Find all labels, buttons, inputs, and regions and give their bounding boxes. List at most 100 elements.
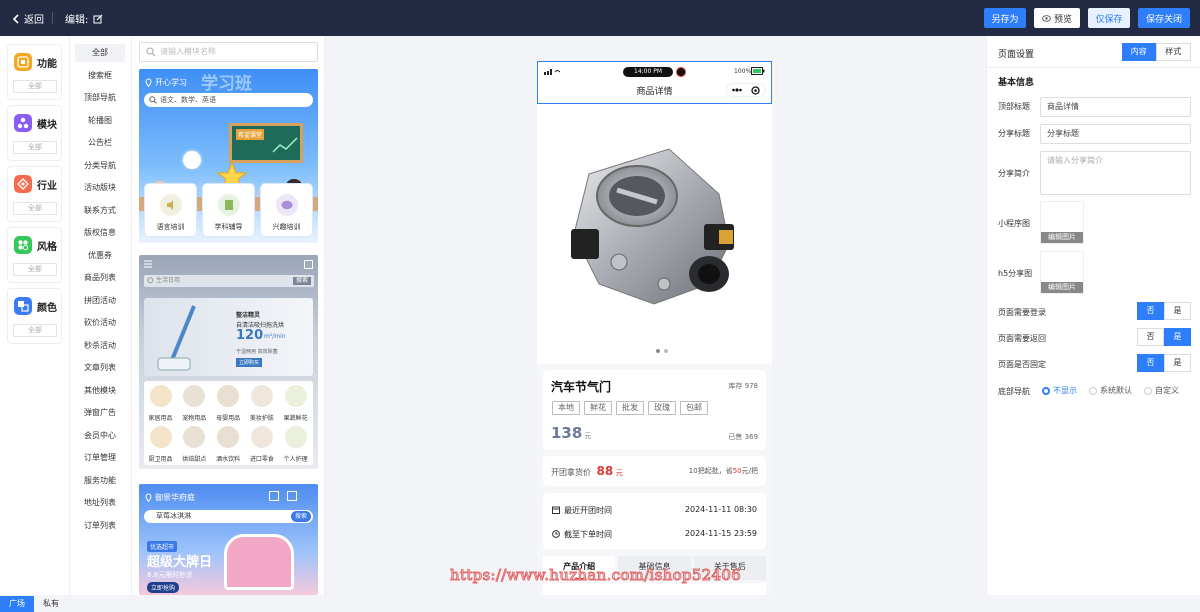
throttle-body-image bbox=[571, 148, 734, 305]
subcategory-item[interactable]: 地址列表 bbox=[75, 494, 125, 512]
need-login-toggle[interactable]: 否是 bbox=[1137, 302, 1191, 320]
fixed-toggle[interactable]: 否是 bbox=[1137, 354, 1191, 372]
category-industry[interactable]: 行业 全部 bbox=[7, 166, 62, 222]
category-label: 家居用品 bbox=[148, 415, 173, 422]
card1-search: 语文、数学、英语 bbox=[144, 93, 313, 107]
category-cell: 厨卫用品 bbox=[144, 426, 177, 463]
category-all-select[interactable]: 全部 bbox=[13, 202, 57, 215]
radio-hide[interactable]: 不显示 bbox=[1042, 385, 1077, 396]
subcategory-item[interactable]: 轮播图 bbox=[75, 112, 125, 130]
subcategory-item[interactable]: 秒杀活动 bbox=[75, 337, 125, 355]
need-back-toggle[interactable]: 否是 bbox=[1137, 328, 1191, 346]
subcategory-item[interactable]: 其他模块 bbox=[75, 382, 125, 400]
subcategory-item[interactable]: 服务功能 bbox=[75, 472, 125, 490]
subcategory-item[interactable]: 搜索框 bbox=[75, 67, 125, 85]
category-module[interactable]: 模块 全部 bbox=[7, 105, 62, 161]
card1-headline: 学习班 bbox=[201, 74, 252, 94]
category-label: 厨卫用品 bbox=[148, 456, 173, 463]
category-cell: 烘焙甜点 bbox=[178, 426, 211, 463]
design-canvas: 14:00 PM 100% 商品详情 汽车节气门 库存 978 本地 鲜花 批发… bbox=[325, 36, 986, 595]
edit-icon[interactable] bbox=[93, 14, 103, 24]
category-function[interactable]: 功能 全部 bbox=[7, 44, 62, 100]
edit-label: 编辑: bbox=[65, 15, 89, 26]
subcategory-item[interactable]: 优惠券 bbox=[75, 247, 125, 265]
template-card-education[interactable]: 开心学习 学习班 语文、数学、英语 希望课堂 语言培训 学科辅导 兴趣培训 bbox=[139, 69, 318, 243]
chevron-left-icon bbox=[12, 13, 19, 24]
top-title-input[interactable]: 商品详情 bbox=[1040, 97, 1191, 117]
qr-icon bbox=[287, 491, 297, 501]
save-close-button[interactable]: 保存关闭 bbox=[1138, 8, 1190, 28]
h5-img-upload[interactable]: 编辑图片 bbox=[1040, 251, 1084, 294]
save-as-button[interactable]: 另存为 bbox=[984, 8, 1026, 28]
subcategory-item[interactable]: 联系方式 bbox=[75, 202, 125, 220]
share-desc-textarea[interactable]: 请输入分享简介 bbox=[1040, 151, 1191, 195]
divider bbox=[52, 12, 53, 24]
tab-content[interactable]: 内容 bbox=[1122, 43, 1156, 61]
search-icon bbox=[149, 96, 157, 104]
radio-system-default[interactable]: 系统默认 bbox=[1089, 385, 1132, 396]
subcategory-list: 全部搜索框顶部导航轮播图公告栏分类导航活动版块联系方式版权信息优惠券商品列表拼团… bbox=[70, 36, 132, 595]
eye-icon bbox=[1042, 14, 1051, 22]
mini-img-upload[interactable]: 编辑图片 bbox=[1040, 201, 1084, 244]
template-card-household[interactable]: 生活日用 搜索 整洁精灵 自清洁吸扫拖洗烘 120 m²/min 干湿两用 高效… bbox=[139, 255, 318, 469]
subcategory-item[interactable]: 订单列表 bbox=[75, 517, 125, 535]
stock-count: 库存 978 bbox=[728, 382, 758, 390]
subcategory-item[interactable]: 公告栏 bbox=[75, 134, 125, 152]
product-thumb-icon bbox=[217, 385, 240, 407]
tab-private[interactable]: 私有 bbox=[34, 596, 68, 612]
camera-dot bbox=[676, 67, 686, 77]
subcategory-item[interactable]: 分类导航 bbox=[75, 157, 125, 175]
phone-header[interactable]: 14:00 PM 100% 商品详情 bbox=[537, 61, 772, 104]
category-cell: 美妆护肤 bbox=[245, 385, 278, 422]
top-bar: 返回 编辑: 另存为 预览 仅保存 保存关闭 bbox=[0, 0, 1200, 36]
need-back-label: 页面需要返回 bbox=[998, 334, 1046, 343]
watermark: https://www.huzhan.com/ishop52406 bbox=[449, 566, 742, 585]
save-only-button[interactable]: 仅保存 bbox=[1088, 8, 1130, 28]
tab-style[interactable]: 样式 bbox=[1155, 43, 1191, 61]
category-all-select[interactable]: 全部 bbox=[13, 80, 57, 93]
speaker-icon bbox=[166, 200, 173, 210]
book-icon bbox=[224, 200, 233, 210]
back-button[interactable]: 返回 bbox=[12, 11, 44, 26]
subcategory-item[interactable]: 订单管理 bbox=[75, 449, 125, 467]
subcategory-item[interactable]: 拼团活动 bbox=[75, 292, 125, 310]
category-all-select[interactable]: 全部 bbox=[13, 141, 57, 154]
template-list: 请输入模块名称 开心学习 学习班 语文、数学、英语 希望课堂 语言培训 学科辅导… bbox=[132, 36, 325, 595]
subcategory-item[interactable]: 弹窗广告 bbox=[75, 404, 125, 422]
category-cell: 母婴用品 bbox=[212, 385, 245, 422]
subcategory-item[interactable]: 商品列表 bbox=[75, 269, 125, 287]
subcategory-item[interactable]: 文章列表 bbox=[75, 359, 125, 377]
product-price: 138 元 bbox=[551, 424, 592, 442]
category-all-select[interactable]: 全部 bbox=[13, 324, 57, 337]
capsule-menu[interactable] bbox=[726, 83, 766, 97]
subcategory-item[interactable]: 会员中心 bbox=[75, 427, 125, 445]
product-tag: 本地 bbox=[552, 401, 580, 415]
phone-preview: 14:00 PM 100% 商品详情 汽车节气门 库存 978 本地 鲜花 批发… bbox=[537, 61, 772, 595]
preview-button[interactable]: 预览 bbox=[1034, 8, 1080, 28]
category-label: 宠物用品 bbox=[182, 415, 207, 422]
category-all-select[interactable]: 全部 bbox=[13, 263, 57, 276]
panel-title: 页面设置 bbox=[998, 50, 1035, 60]
share-desc-label: 分享简介 bbox=[998, 169, 1030, 178]
template-card-supermarket[interactable]: 御景华府庭 草莓冰淇淋 搜索 优选超市 超级大牌日 8.8元限时秒杀 立即抢购 bbox=[139, 484, 318, 595]
icon-tile: 兴趣培训 bbox=[260, 183, 313, 237]
radio-custom[interactable]: 自定义 bbox=[1144, 385, 1179, 396]
product-image[interactable] bbox=[537, 104, 772, 364]
detail-content bbox=[543, 583, 766, 595]
subcategory-item[interactable]: 砍价活动 bbox=[75, 314, 125, 332]
category-cell: 酒水饮料 bbox=[212, 426, 245, 463]
category-color[interactable]: 颜色 全部 bbox=[7, 288, 62, 344]
category-label: 个人护理 bbox=[283, 456, 308, 463]
category-style[interactable]: 风格 全部 bbox=[7, 227, 62, 283]
subcategory-item[interactable]: 顶部导航 bbox=[75, 89, 125, 107]
tab-plaza[interactable]: 广场 bbox=[0, 596, 34, 612]
function-icon bbox=[14, 53, 32, 71]
subcategory-item[interactable]: 全部 bbox=[75, 44, 125, 62]
subcategory-item[interactable]: 版权信息 bbox=[75, 224, 125, 242]
subcategory-item[interactable]: 活动版块 bbox=[75, 179, 125, 197]
product-thumb-icon bbox=[217, 426, 240, 448]
fixed-label: 页面是否固定 bbox=[998, 360, 1046, 369]
share-title-input[interactable]: 分享标题 bbox=[1040, 124, 1191, 144]
template-search-input[interactable]: 请输入模块名称 bbox=[139, 42, 318, 62]
product-thumb-icon bbox=[183, 426, 206, 448]
